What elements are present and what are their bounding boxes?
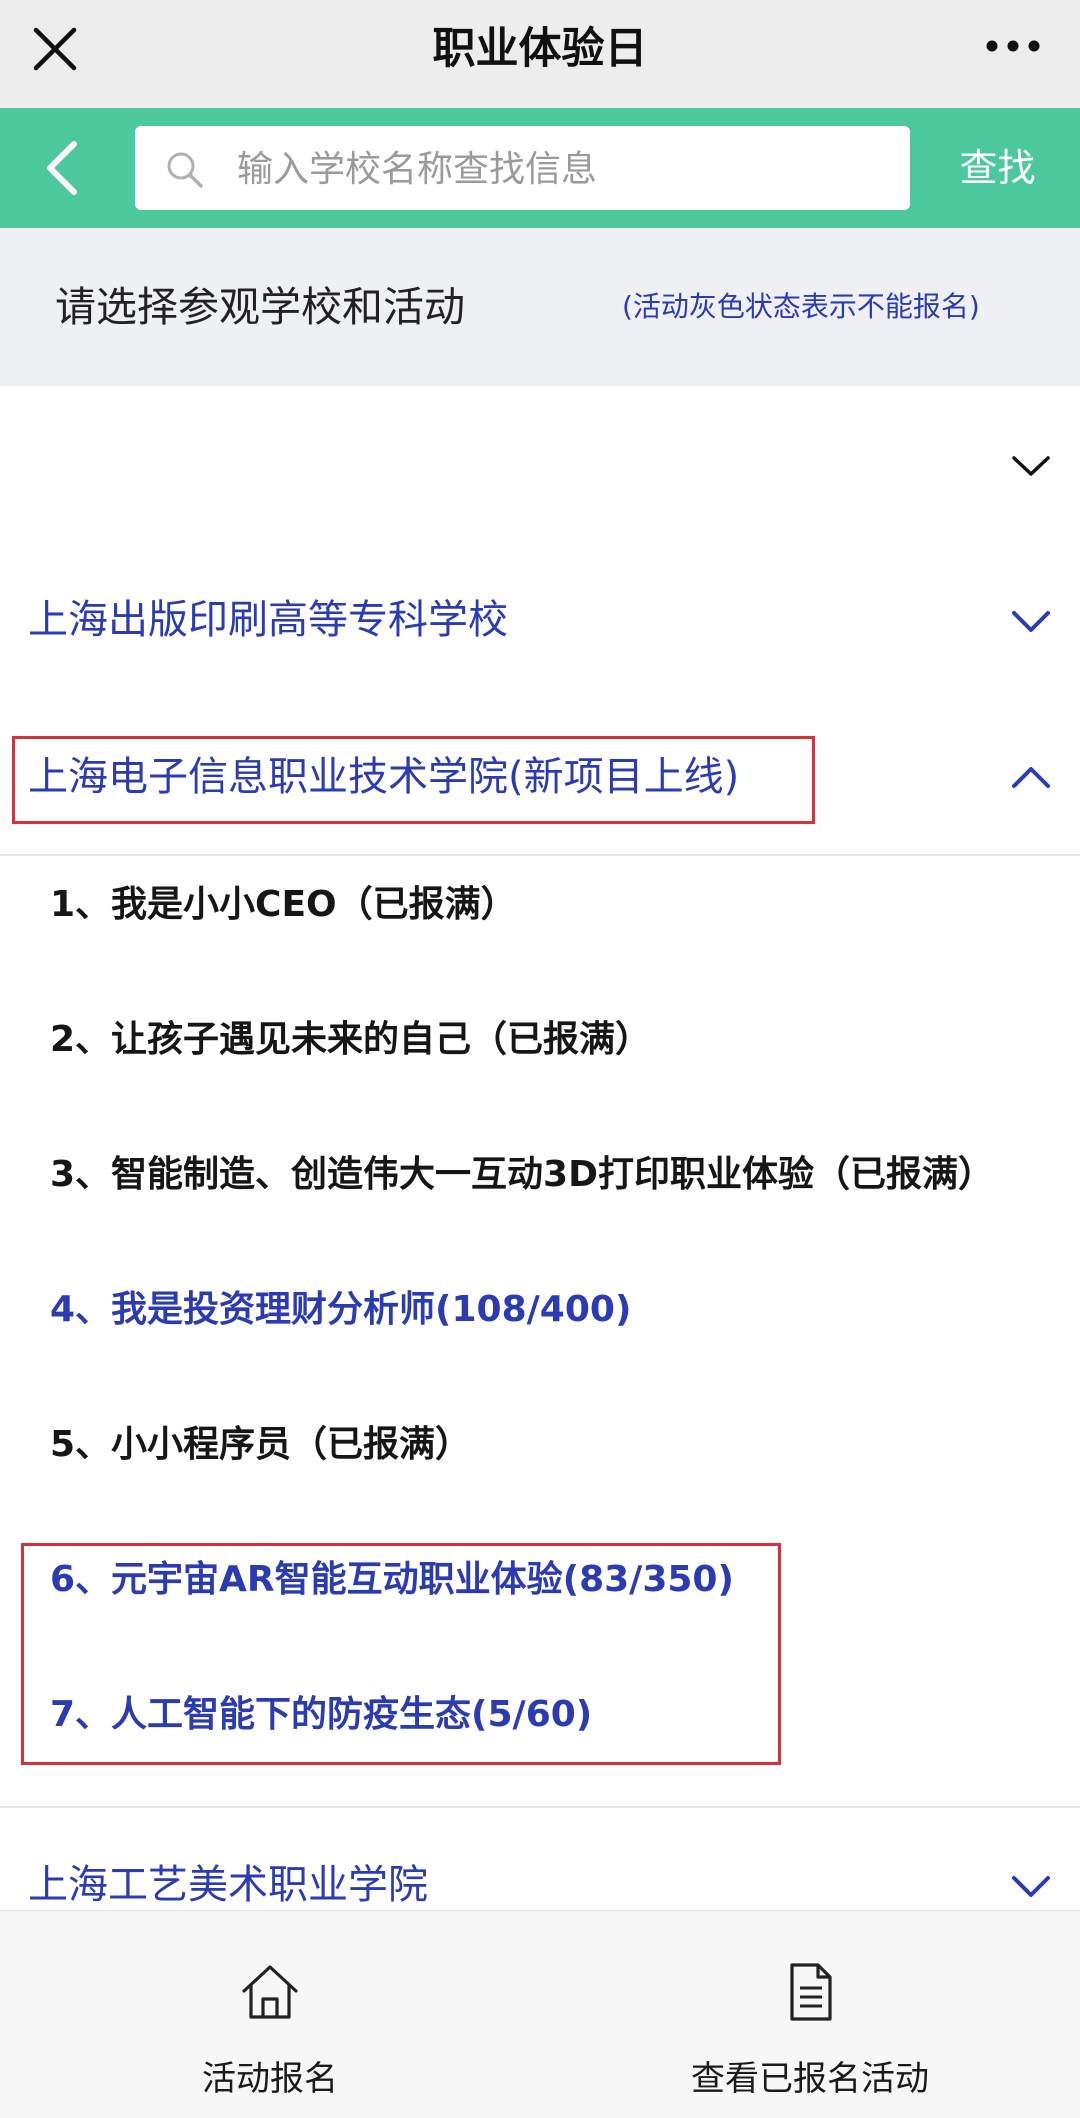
home-icon: [242, 1965, 298, 2019]
highlight-box-activities: [21, 1543, 781, 1765]
search-bar: 查找: [0, 108, 1080, 228]
instruction-title: 请选择参观学校和活动: [55, 283, 465, 331]
chevron-up-icon: [1012, 767, 1050, 788]
divider: [0, 854, 1080, 856]
more-button[interactable]: [982, 32, 1044, 60]
activity-item[interactable]: 4、我是投资理财分析师(108/400): [50, 1270, 1050, 1350]
chevron-down-icon: [1012, 1876, 1050, 1897]
document-icon: [790, 1963, 832, 2021]
school-name: 上海出版印刷高等专科学校: [28, 597, 508, 643]
tab-label: 活动报名: [202, 2059, 338, 2099]
instruction-bar: 请选择参观学校和活动 (活动灰色状态表示不能报名): [0, 228, 1080, 386]
search-icon: [167, 152, 203, 188]
activity-item[interactable]: 3、智能制造、创造伟大一互动3D打印职业体验（已报满）: [50, 1135, 1050, 1215]
school-row[interactable]: 上海出版印刷高等专科学校: [0, 565, 1080, 675]
activity-item[interactable]: 5、小小程序员（已报满）: [50, 1405, 1050, 1485]
chevron-left-icon: [47, 141, 77, 195]
search-button[interactable]: 查找: [935, 126, 1060, 210]
tab-label: 查看已报名活动: [691, 2059, 929, 2099]
highlight-box-school: [12, 736, 815, 824]
activity-item[interactable]: 2、让孩子遇见未来的自己（已报满）: [50, 1000, 1050, 1080]
top-nav-bar: 职业体验日: [0, 0, 1080, 108]
chevron-down-icon: [1012, 456, 1050, 476]
instruction-note: (活动灰色状态表示不能报名): [622, 290, 980, 323]
activity-item[interactable]: 1、我是小小CEO（已报满）: [50, 865, 1050, 945]
more-dots-icon: [986, 40, 1040, 52]
chevron-down-icon: [1012, 611, 1050, 632]
back-button[interactable]: [38, 136, 86, 200]
collapsed-section-toggle[interactable]: [1010, 450, 1052, 482]
tab-activity-signup[interactable]: 活动报名: [0, 1911, 540, 2118]
tab-view-registered[interactable]: 查看已报名活动: [540, 1911, 1080, 2118]
divider: [0, 1806, 1080, 1808]
search-box[interactable]: [135, 126, 910, 212]
search-input[interactable]: [235, 126, 889, 212]
page-title: 职业体验日: [432, 24, 648, 74]
bottom-tab-bar: 活动报名 查看已报名活动: [0, 1910, 1080, 2118]
